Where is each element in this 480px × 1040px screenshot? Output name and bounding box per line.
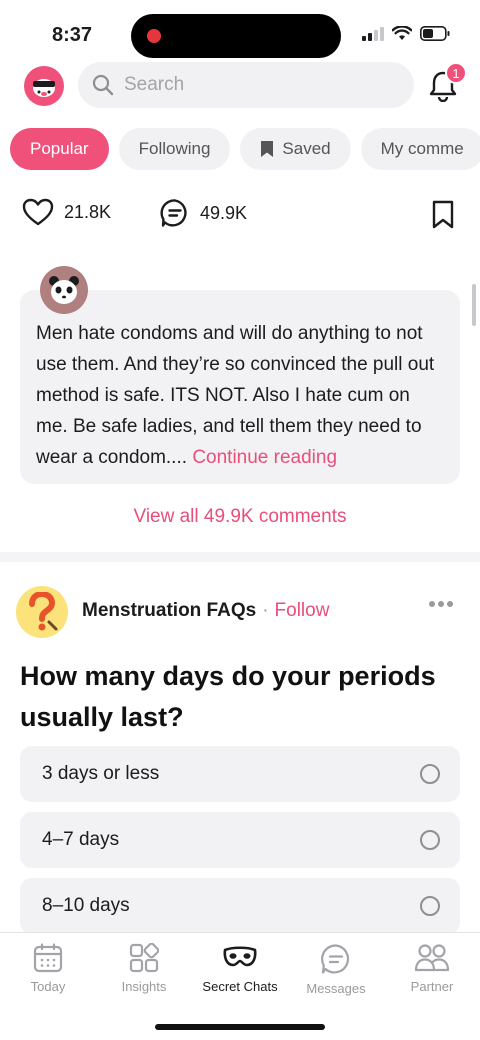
poll-question: How many days do your periods usually la… [20, 661, 436, 732]
search-icon [92, 74, 114, 96]
nav-label: Partner [410, 979, 454, 994]
radio-icon[interactable] [420, 764, 440, 784]
notification-badge: 1 [445, 62, 467, 84]
more-options-icon[interactable] [428, 600, 454, 608]
profile-avatar[interactable] [24, 66, 64, 106]
continue-reading-link[interactable]: Continue reading [192, 447, 337, 468]
dynamic-island [131, 14, 341, 58]
tab-following[interactable]: Following [118, 128, 231, 170]
tab-label: Following [138, 139, 211, 158]
tab-label: Popular [30, 139, 89, 158]
nav-label: Today [30, 979, 66, 994]
nav-partner[interactable]: Partner [384, 943, 480, 994]
nav-label: Messages [306, 981, 366, 996]
status-bar: 8:37 [0, 0, 480, 70]
wifi-icon [392, 26, 412, 40]
cellular-signal-icon [362, 26, 384, 41]
mask-icon [223, 946, 257, 967]
post-reactions: 21.8K 49.9K [22, 198, 462, 234]
poll-option[interactable]: 4–7 days [20, 812, 460, 868]
nav-label: Secret Chats [202, 979, 278, 994]
comment-button[interactable]: 49.9K [160, 198, 247, 228]
comment-body: Men hate condoms and will do anything to… [36, 318, 444, 473]
radio-icon[interactable] [420, 830, 440, 850]
commenter-avatar[interactable] [40, 266, 88, 314]
follow-button[interactable]: Follow [275, 600, 330, 622]
radio-icon[interactable] [420, 896, 440, 916]
community-name[interactable]: Menstruation FAQs [82, 600, 256, 622]
nav-insights[interactable]: Insights [96, 943, 192, 994]
poll-option[interactable]: 8–10 days [20, 878, 460, 934]
status-icons [362, 26, 450, 41]
question-mark-icon [29, 592, 58, 631]
bookmark-icon [261, 141, 274, 157]
home-indicator [155, 1024, 325, 1030]
feed-tabs: Popular Following Saved My comme [10, 128, 480, 170]
poll-option-label: 8–10 days [42, 895, 130, 916]
anonymous-mask-avatar-icon [33, 79, 55, 97]
view-all-comments-link[interactable]: View all 49.9K comments [0, 506, 480, 528]
top-header [0, 62, 480, 108]
poll-option-label: 4–7 days [42, 829, 120, 850]
poll-meta: Menstruation FAQs · Follow [82, 600, 329, 622]
poll-option-label: 3 days or less [42, 763, 160, 784]
nav-messages[interactable]: Messages [288, 943, 384, 996]
grid-icon [129, 943, 159, 973]
nav-today[interactable]: Today [0, 943, 96, 994]
panda-avatar-icon [49, 276, 79, 304]
status-time: 8:37 [52, 24, 93, 46]
scrollbar[interactable] [472, 284, 476, 326]
partner-icon [414, 944, 450, 972]
search-bar[interactable] [78, 62, 414, 108]
comment-bubble-icon [160, 199, 187, 227]
top-comment-card[interactable]: Men hate condoms and will do anything to… [20, 290, 460, 484]
poll-post-header: Menstruation FAQs · Follow [16, 586, 466, 640]
tab-label: My comme [380, 139, 464, 158]
tab-my-comments[interactable]: My comme [360, 128, 480, 170]
nav-secret-chats[interactable]: Secret Chats [192, 943, 288, 994]
like-button[interactable]: 21.8K [22, 198, 111, 226]
section-divider [0, 552, 480, 562]
nav-label: Insights [121, 979, 167, 994]
comment-count: 49.9K [200, 202, 248, 223]
meta-separator: · [262, 600, 269, 621]
tab-label: Saved [282, 139, 331, 158]
like-count: 21.8K [64, 201, 112, 222]
community-avatar[interactable] [16, 586, 68, 638]
bookmark-post-icon[interactable] [432, 200, 454, 230]
tab-saved[interactable]: Saved [240, 128, 351, 170]
tab-popular[interactable]: Popular [10, 128, 109, 170]
recording-dot-icon [147, 29, 161, 43]
message-icon [321, 944, 350, 974]
battery-icon [420, 26, 450, 41]
heart-icon [22, 198, 54, 226]
search-input[interactable] [124, 74, 384, 96]
poll-options: 3 days or less 4–7 days 8–10 days [20, 746, 460, 944]
poll-option[interactable]: 3 days or less [20, 746, 460, 802]
calendar-icon [33, 943, 63, 973]
